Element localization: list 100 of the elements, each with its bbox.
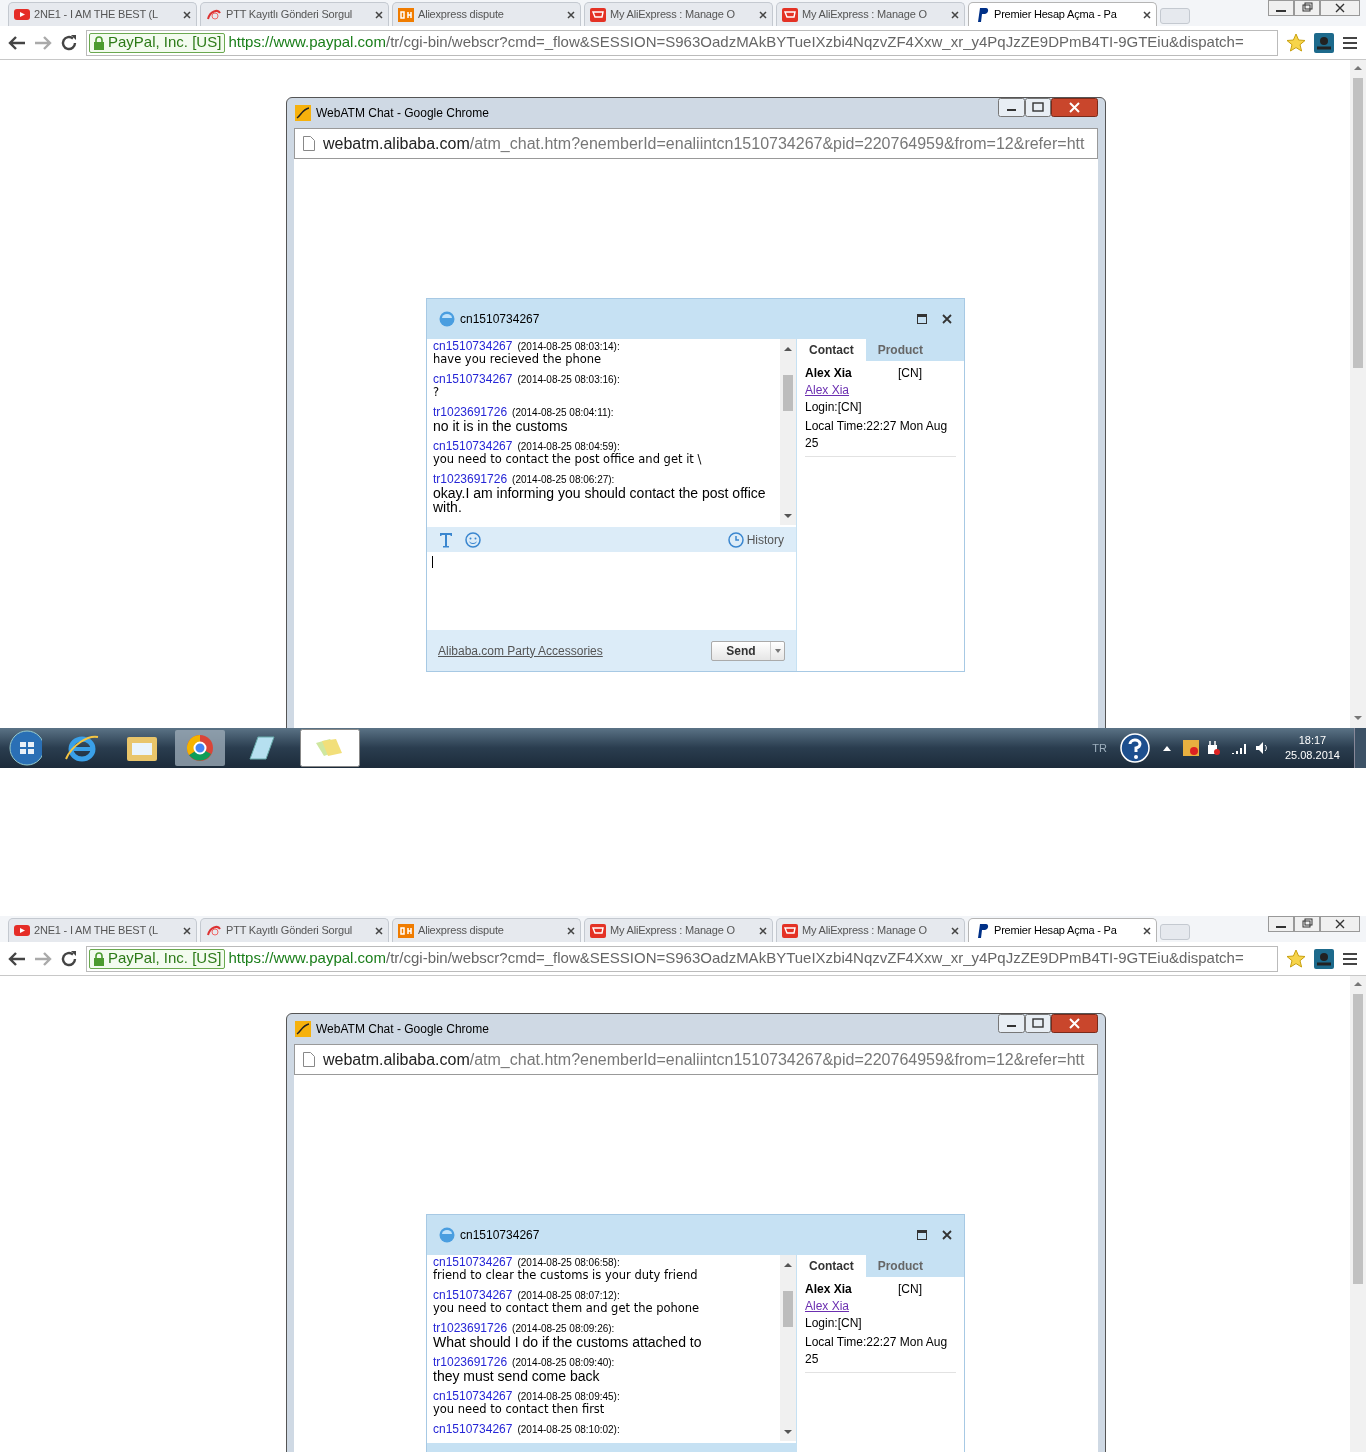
close-icon[interactable] — [942, 1230, 952, 1240]
side-tab[interactable]: Product — [865, 339, 935, 361]
sender-name[interactable]: cn1510734267 — [433, 372, 513, 386]
browser-tab[interactable]: My AliExpress : Manage O — [776, 918, 965, 942]
minimize-icon[interactable] — [998, 1014, 1025, 1033]
close-icon[interactable] — [1051, 98, 1098, 117]
speaker-icon[interactable] — [1254, 741, 1269, 755]
message-time: (2014-08-25 08:06:58): — [517, 1257, 620, 1268]
browser-tab[interactable]: Aliexpress dispute — [392, 918, 581, 942]
caret-icon — [774, 648, 781, 653]
footer-link[interactable]: Alibaba.com Party Accessories — [438, 641, 603, 660]
sender-name[interactable]: cn1510734267 — [433, 339, 513, 353]
side-tab[interactable]: Contact — [797, 1255, 866, 1277]
sender-name[interactable]: cn1510734267 — [433, 1255, 513, 1269]
logo-icon — [398, 6, 414, 23]
message-text: they must send come back — [433, 1369, 601, 1383]
message-time: (2014-08-25 08:10:02): — [517, 1424, 620, 1435]
up-arrow-icon[interactable] — [1162, 745, 1171, 751]
browser-tab[interactable]: 2NE1 - I AM THE BEST (L — [8, 2, 197, 26]
contact-country: [CN] — [898, 365, 922, 382]
help-icon[interactable] — [1118, 732, 1151, 764]
extension-icon[interactable] — [1314, 948, 1334, 969]
scrollbar-icon[interactable] — [1350, 976, 1366, 1452]
maximize-icon[interactable] — [917, 314, 927, 324]
restore-icon[interactable] — [1294, 0, 1320, 16]
back-arrow-icon[interactable] — [8, 950, 26, 967]
smiley-icon[interactable] — [465, 531, 481, 548]
star-icon[interactable] — [1286, 948, 1306, 969]
contact-link[interactable]: Alex Xia — [805, 1298, 850, 1315]
sender-name[interactable]: cn1510734267 — [433, 1288, 513, 1302]
back-arrow-icon[interactable] — [8, 34, 26, 51]
close-icon[interactable] — [1320, 0, 1360, 16]
maximize-icon[interactable] — [917, 1230, 927, 1240]
font-icon[interactable] — [439, 531, 453, 548]
close-icon — [375, 10, 383, 19]
close-icon — [951, 926, 959, 935]
browser-tab[interactable]: Aliexpress dispute — [392, 2, 581, 26]
url-text: https://www.paypal.com/tr/cgi-bin/webscr?cmd=_flow&SESSION=S963OadzMAkBYTueIXzbi4NqzvZF4Xxw_xr_y4PqJzZE9DPmB4TI-9GTEiu&dispatch= — [228, 948, 1244, 969]
close-icon[interactable] — [942, 314, 952, 324]
padlock-icon — [93, 35, 105, 50]
browser-tab[interactable]: My AliExpress : Manage O — [584, 2, 773, 26]
sender-name[interactable]: tr1023691726 — [433, 1321, 508, 1335]
chat-title: cn1510734267 — [460, 1227, 540, 1244]
sender-name[interactable]: tr1023691726 — [433, 1355, 508, 1369]
contact-name: Alex Xia — [805, 1281, 853, 1298]
sender-name[interactable]: cn1510734267 — [433, 1389, 513, 1403]
message-text: What should I do if the customs attached to — [433, 1335, 703, 1349]
message-time: (2014-08-25 08:03:14): — [517, 341, 620, 352]
browser-tab[interactable]: Premier Hesap Açma - Pa — [968, 918, 1157, 942]
side-tab[interactable]: Product — [865, 1255, 935, 1277]
message-text: you need to contact them and get the pohone — [433, 1302, 701, 1315]
maximize-icon[interactable] — [1025, 1014, 1051, 1033]
window-button-icon[interactable] — [300, 729, 360, 767]
minimize-icon[interactable] — [1268, 0, 1294, 16]
browser-tab[interactable]: PTT Kayıtlı Gönderi Sorgul — [200, 2, 389, 26]
browser-tab[interactable]: My AliExpress : Manage O — [776, 2, 965, 26]
close-icon[interactable] — [1051, 1014, 1098, 1033]
star-icon[interactable] — [1286, 32, 1306, 53]
menu-icon[interactable] — [1342, 35, 1358, 50]
send-button[interactable]: Send — [711, 640, 785, 661]
side-tab[interactable]: Contact — [797, 339, 866, 361]
page-icon — [303, 1052, 315, 1067]
contact-link[interactable]: Alex Xia — [805, 382, 850, 399]
scrollbar-icon[interactable] — [1350, 60, 1366, 728]
message-time: (2014-08-25 08:06:27): — [512, 474, 615, 485]
history-button[interactable]: History — [727, 530, 784, 549]
address-bar[interactable]: PayPal, Inc. [US] https://www.paypal.com/tr/cgi-bin/webscr?cmd=_flow&SESSION=S963OadzMAkBYTueIXzbi4NqzvZF4Xxw_xr_y4PqJzZE9DPmB4TI-9GTEiu&dispatch= — [86, 945, 1278, 972]
chrome-icon[interactable] — [174, 729, 226, 767]
login-text: Login:[CN] — [805, 1315, 863, 1332]
minimize-icon[interactable] — [1268, 916, 1294, 932]
local-time-text: Local Time:22:27 Mon Aug 25 — [805, 418, 949, 452]
minimize-icon[interactable] — [998, 98, 1025, 117]
security-text: PayPal, Inc. [US] — [108, 32, 222, 53]
sender-name[interactable]: cn1510734267 — [433, 1422, 513, 1436]
maximize-icon[interactable] — [1025, 98, 1051, 117]
browser-tab[interactable]: My AliExpress : Manage O — [584, 918, 773, 942]
clock[interactable]: 18:17 25.08.2014 — [1284, 733, 1340, 763]
close-icon[interactable] — [1320, 916, 1360, 932]
reload-icon[interactable] — [60, 949, 78, 968]
tray-app-icon[interactable] — [1182, 740, 1199, 756]
browser-tab[interactable]: PTT Kayıtlı Gönderi Sorgul — [200, 918, 389, 942]
address-bar[interactable]: PayPal, Inc. [US] https://www.paypal.com/tr/cgi-bin/webscr?cmd=_flow&SESSION=S963OadzMAkBYTueIXzbi4NqzvZF4Xxw_xr_y4PqJzZE9DPmB4TI-9GTEiu&dispatch= — [86, 29, 1278, 56]
browser-tab[interactable]: Premier Hesap Açma - Pa — [968, 2, 1157, 26]
sender-name[interactable]: tr1023691726 — [433, 472, 508, 486]
extension-icon[interactable] — [1314, 32, 1334, 53]
message-time: (2014-08-25 08:09:26): — [512, 1323, 615, 1334]
message-input[interactable] — [427, 552, 796, 630]
sender-name[interactable]: tr1023691726 — [433, 405, 508, 419]
menu-icon[interactable] — [1342, 951, 1358, 966]
browser-tab[interactable]: 2NE1 - I AM THE BEST (L — [8, 918, 197, 942]
signal-bars-icon[interactable] — [1230, 742, 1247, 754]
chat-title: cn1510734267 — [460, 311, 540, 328]
language-indicator[interactable]: TR — [1092, 739, 1107, 757]
clock-time: 18:17 — [1298, 733, 1327, 748]
url-text: webatm.alibaba.com/atm_chat.htm?enemberId=enaliintcn1510734267&pid=220764959&from=12&refer=htt — [323, 1049, 1085, 1070]
restore-icon[interactable] — [1294, 916, 1320, 932]
reload-icon[interactable] — [60, 33, 78, 52]
sender-name[interactable]: cn1510734267 — [433, 439, 513, 453]
message-text: ? — [433, 386, 441, 399]
clock-icon — [727, 531, 744, 548]
